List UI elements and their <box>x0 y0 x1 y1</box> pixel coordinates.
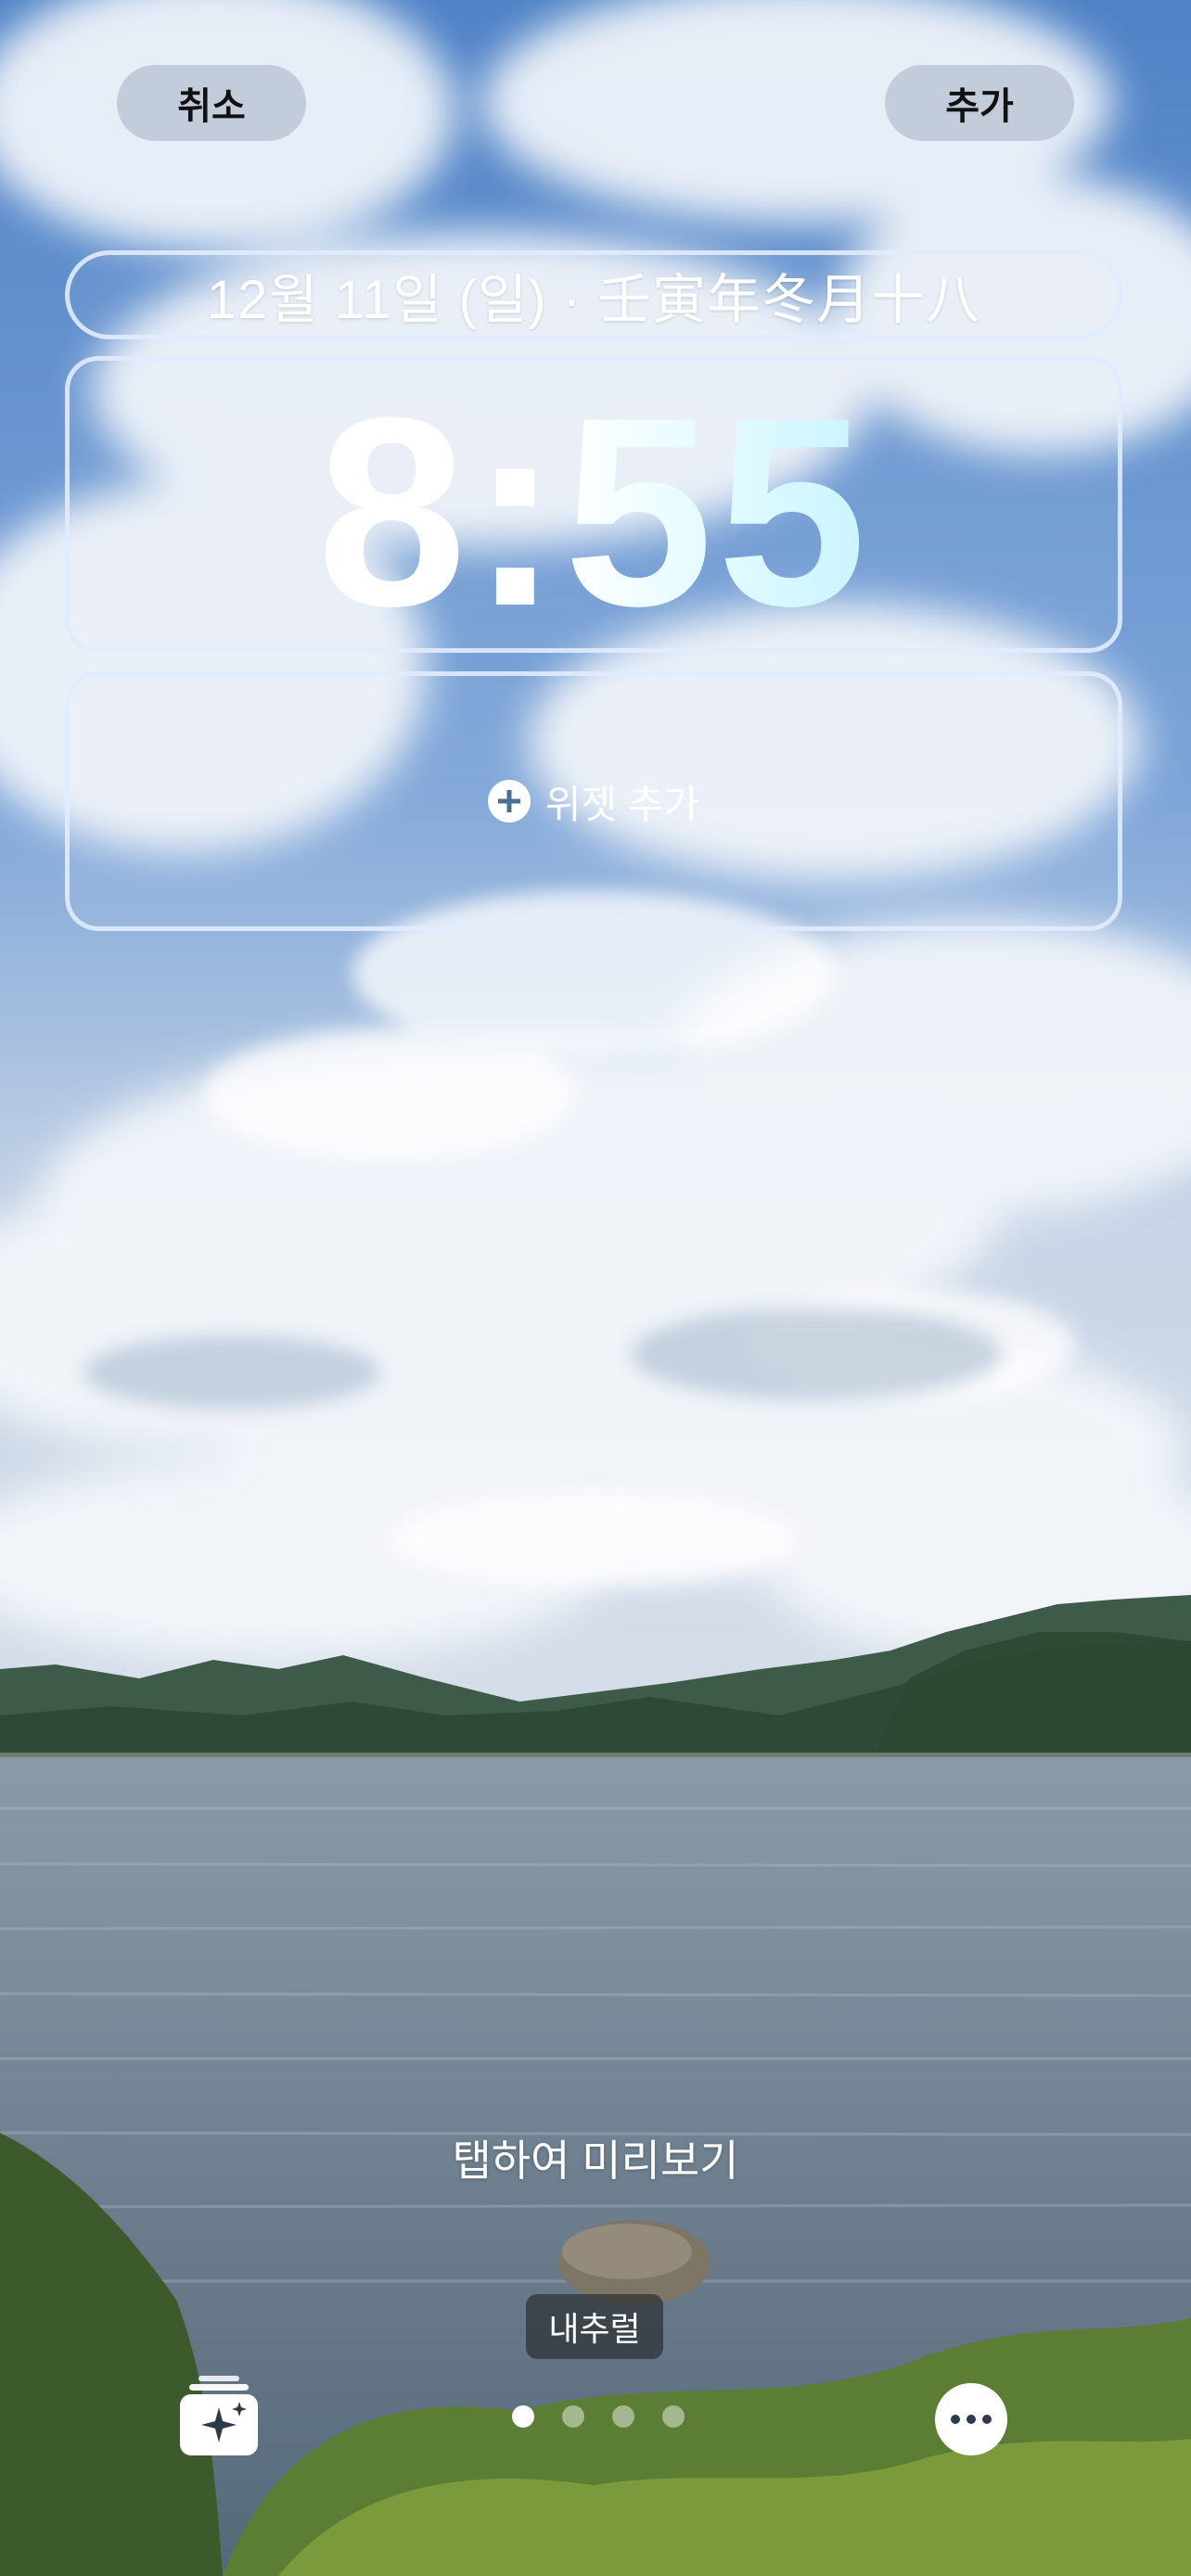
ellipsis-icon <box>951 2415 960 2424</box>
page-dot[interactable] <box>512 2405 534 2428</box>
filter-name-badge: 내추럴 <box>526 2294 663 2359</box>
photo-stack-sparkle-icon <box>180 2376 258 2455</box>
clock-slot[interactable]: 8:55 <box>65 356 1122 653</box>
clock-time: 8:55 <box>316 362 871 662</box>
lockscreen-editor: 취소 추가 12월 11일 (일) · 壬寅年冬月十八 8:55 위젯 추가 탭… <box>0 0 1191 2576</box>
ellipsis-icon <box>967 2415 976 2424</box>
plus-circle-icon <box>487 780 531 823</box>
ellipsis-icon <box>982 2415 992 2424</box>
add-widget-button[interactable]: 위젯 추가 <box>487 773 700 830</box>
page-dot[interactable] <box>612 2405 634 2428</box>
page-dot[interactable] <box>662 2405 685 2428</box>
add-widget-label: 위젯 추가 <box>544 782 700 826</box>
add-button[interactable]: 추가 <box>885 65 1074 141</box>
photo-library-button[interactable] <box>176 2372 262 2457</box>
more-options-button[interactable] <box>935 2383 1007 2455</box>
date-widget-slot[interactable]: 12월 11일 (일) · 壬寅年冬月十八 <box>65 250 1122 339</box>
wallpaper-page-indicator[interactable] <box>512 2405 685 2428</box>
tap-to-preview-hint[interactable]: 탭하여 미리보기 <box>0 2127 1191 2188</box>
date-label: 12월 11일 (일) · 壬寅年冬月十八 <box>206 270 981 330</box>
widget-slot[interactable]: 위젯 추가 <box>65 671 1122 931</box>
page-dot[interactable] <box>562 2405 584 2428</box>
cancel-button[interactable]: 취소 <box>117 65 306 141</box>
